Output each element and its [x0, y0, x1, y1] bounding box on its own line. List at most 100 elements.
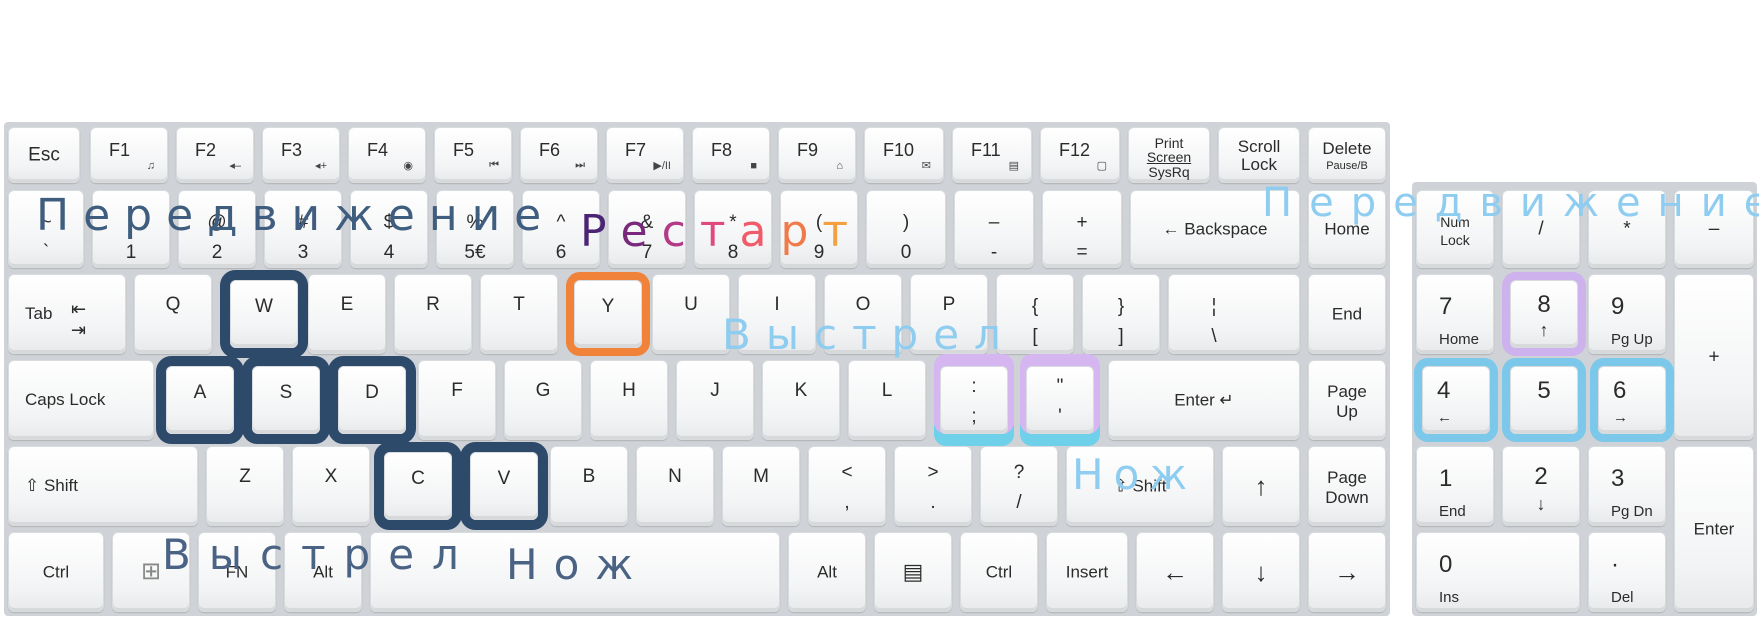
- key-r[interactable]: R: [394, 274, 472, 354]
- numpad-4[interactable]: 4 ←: [1422, 366, 1490, 434]
- key-x[interactable]: X: [292, 446, 370, 526]
- key-arrow-left[interactable]: ←: [1136, 532, 1214, 612]
- key-o[interactable]: O: [824, 274, 902, 354]
- key-4[interactable]: $4: [350, 190, 428, 268]
- key-delete[interactable]: Delete Pause/B: [1308, 127, 1386, 183]
- key-caps-lock[interactable]: Caps Lock: [8, 360, 154, 440]
- key-minus[interactable]: – -: [954, 190, 1034, 268]
- key-2[interactable]: @2: [178, 190, 256, 268]
- key-z[interactable]: Z: [206, 446, 284, 526]
- key-l[interactable]: L: [848, 360, 926, 440]
- key-arrow-down[interactable]: ↓: [1222, 532, 1300, 612]
- key-tab[interactable]: Tab ⇤ ⇥: [8, 274, 126, 354]
- key-space[interactable]: [370, 532, 780, 612]
- key-8[interactable]: * 8: [694, 190, 772, 268]
- key-t[interactable]: T: [480, 274, 558, 354]
- numpad-minus[interactable]: –: [1674, 190, 1754, 268]
- numpad-8[interactable]: 8 ↑: [1510, 280, 1578, 348]
- numpad-5[interactable]: 5: [1510, 366, 1578, 434]
- key-arrow-right[interactable]: →: [1308, 532, 1386, 612]
- numpad-0[interactable]: 0 Ins: [1416, 532, 1580, 612]
- key-6[interactable]: ^ 6: [522, 190, 600, 268]
- key-w[interactable]: W: [230, 280, 298, 348]
- key-3[interactable]: #3: [264, 190, 342, 268]
- key-enter[interactable]: Enter ↵: [1108, 360, 1300, 440]
- numpad-star[interactable]: *: [1588, 190, 1666, 268]
- key-a[interactable]: A: [166, 366, 234, 434]
- key-v[interactable]: V: [470, 452, 538, 520]
- key-f10[interactable]: F10 ✉: [864, 127, 944, 183]
- key-n[interactable]: N: [636, 446, 714, 526]
- key-tilde[interactable]: ~ `: [8, 190, 84, 268]
- key-print-screen[interactable]: Print Screen SysRq: [1128, 127, 1210, 183]
- numpad-7[interactable]: 7 Home: [1416, 274, 1494, 354]
- key-1[interactable]: ! 1: [92, 190, 170, 268]
- numpad-2[interactable]: 2 ↓: [1502, 446, 1580, 526]
- key-ctrl-left[interactable]: Ctrl: [8, 532, 104, 612]
- numpad-9[interactable]: 9 Pg Up: [1588, 274, 1666, 354]
- numpad-dot[interactable]: · Del: [1588, 532, 1666, 612]
- key-scroll-lock[interactable]: Scroll Lock: [1218, 127, 1300, 183]
- key-0[interactable]: ) 0: [866, 190, 946, 268]
- key-windows[interactable]: ⊞: [112, 532, 190, 612]
- key-f11[interactable]: F11 ▤: [952, 127, 1032, 183]
- key-semicolon[interactable]: :;: [940, 366, 1008, 434]
- key-b[interactable]: B: [550, 446, 628, 526]
- key-p[interactable]: P: [910, 274, 988, 354]
- key-f6[interactable]: F6 ⏭: [520, 127, 598, 183]
- numpad-3[interactable]: 3 Pg Dn: [1588, 446, 1666, 526]
- key-f7[interactable]: F7 ▶/II: [606, 127, 684, 183]
- key-y[interactable]: Y: [574, 280, 642, 348]
- key-9[interactable]: (9: [780, 190, 858, 268]
- numpad-num-lock[interactable]: Num Lock: [1416, 190, 1494, 268]
- key-f8[interactable]: F8 ■: [692, 127, 770, 183]
- key-f1[interactable]: F1 ♫: [90, 127, 168, 183]
- key-e[interactable]: E: [308, 274, 386, 354]
- numpad-plus[interactable]: +: [1674, 274, 1754, 440]
- key-u[interactable]: U: [652, 274, 730, 354]
- key-slash[interactable]: ? /: [980, 446, 1058, 526]
- key-menu[interactable]: ▤: [874, 532, 952, 612]
- key-f3[interactable]: F3 ◂+: [262, 127, 340, 183]
- key-end[interactable]: End: [1308, 274, 1386, 354]
- key-quote[interactable]: " ': [1026, 366, 1094, 434]
- key-h[interactable]: H: [590, 360, 668, 440]
- key-g[interactable]: G: [504, 360, 582, 440]
- key-page-down[interactable]: Page Down: [1308, 446, 1386, 526]
- key-j[interactable]: J: [676, 360, 754, 440]
- key-5[interactable]: % 5€: [436, 190, 514, 268]
- key-f5[interactable]: F5 ⏮: [434, 127, 512, 183]
- key-m[interactable]: M: [722, 446, 800, 526]
- key-equals[interactable]: + =: [1042, 190, 1122, 268]
- key-backspace[interactable]: ← Backspace: [1130, 190, 1300, 268]
- key-alt-left[interactable]: Alt: [284, 532, 362, 612]
- key-f12[interactable]: F12 ▢: [1040, 127, 1120, 183]
- key-home[interactable]: Home: [1308, 190, 1386, 268]
- key-f4[interactable]: F4 ◉: [348, 127, 426, 183]
- key-f2[interactable]: F2 ◂–: [176, 127, 254, 183]
- key-i[interactable]: I: [738, 274, 816, 354]
- key-7[interactable]: & 7: [608, 190, 686, 268]
- key-f[interactable]: F: [418, 360, 496, 440]
- key-insert[interactable]: Insert: [1046, 532, 1128, 612]
- key-arrow-up[interactable]: ↑: [1222, 446, 1300, 526]
- key-esc[interactable]: Esc: [8, 127, 80, 183]
- key-period[interactable]: >.: [894, 446, 972, 526]
- key-comma[interactable]: <,: [808, 446, 886, 526]
- key-k[interactable]: K: [762, 360, 840, 440]
- numpad-6[interactable]: 6 →: [1598, 366, 1666, 434]
- key-c[interactable]: C: [384, 452, 452, 520]
- numpad-enter[interactable]: Enter: [1674, 446, 1754, 612]
- key-left-bracket[interactable]: {[: [996, 274, 1074, 354]
- key-ctrl-right[interactable]: Ctrl: [960, 532, 1038, 612]
- numpad-slash[interactable]: /: [1502, 190, 1580, 268]
- key-q[interactable]: Q: [134, 274, 212, 354]
- key-fn[interactable]: FN: [198, 532, 276, 612]
- key-shift-right[interactable]: ⇧ Shift: [1066, 446, 1214, 526]
- key-shift-left[interactable]: ⇧ Shift: [8, 446, 198, 526]
- key-d[interactable]: D: [338, 366, 406, 434]
- key-backslash[interactable]: ¦ \: [1168, 274, 1300, 354]
- key-page-up[interactable]: Page Up: [1308, 360, 1386, 440]
- key-alt-right[interactable]: Alt: [788, 532, 866, 612]
- key-f9[interactable]: F9 ⌂: [778, 127, 856, 183]
